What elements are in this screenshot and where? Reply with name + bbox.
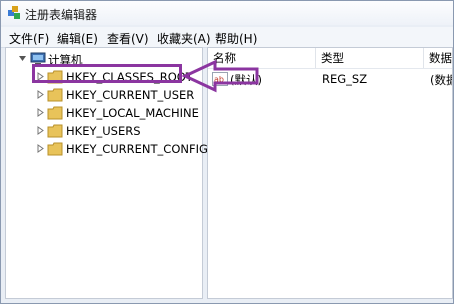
tree-item-hkey-local-machine[interactable]: HKEY_LOCAL_MACHINE (6, 104, 202, 122)
menu-file[interactable]: 文件(F) (9, 30, 49, 47)
menu-bar: 文件(F) 编辑(E) 查看(V) 收藏夹(A) 帮助(H) (1, 27, 453, 48)
tree-label-hkey-local-machine: HKEY_LOCAL_MACHINE (66, 106, 199, 120)
expand-icon[interactable] (36, 144, 45, 153)
tree-label-hkey-current-user: HKEY_CURRENT_USER (66, 88, 195, 102)
collapse-icon[interactable] (18, 54, 27, 63)
tree-item-hkey-current-config[interactable]: HKEY_CURRENT_CONFIG (6, 140, 208, 158)
menu-edit[interactable]: 编辑(E) (57, 30, 98, 47)
expand-icon[interactable] (36, 90, 45, 99)
window-title: 注册表编辑器 (25, 8, 98, 22)
column-header-data[interactable]: 数据 (424, 48, 452, 68)
column-header-type[interactable]: 类型 (316, 48, 424, 68)
menu-favorites[interactable]: 收藏夹(A) (157, 30, 211, 47)
highlight-box (32, 64, 182, 83)
menu-view[interactable]: 查看(V) (107, 30, 149, 47)
tree-pane[interactable]: 计算机 HKEY_CLASSES_ROOT HKEY_CURRENT_USER (5, 47, 208, 299)
registry-app-icon (8, 6, 20, 19)
folder-icon (47, 142, 63, 156)
folder-icon (47, 124, 63, 138)
tree-label-hkey-current-config: HKEY_CURRENT_CONFIG (66, 142, 208, 156)
title-bar: 注册表编辑器 (1, 1, 453, 25)
tree-label-hkey-users: HKEY_USERS (66, 124, 141, 138)
expand-icon[interactable] (36, 108, 45, 117)
registry-editor-window: 注册表编辑器 文件(F) 编辑(E) 查看(V) 收藏夹(A) 帮助(H) 计算… (0, 0, 454, 304)
annotation-arrow (181, 59, 259, 93)
folder-icon (47, 106, 63, 120)
tree-item-hkey-current-user[interactable]: HKEY_CURRENT_USER (6, 86, 202, 104)
menu-help[interactable]: 帮助(H) (215, 30, 257, 47)
value-data: (数据 (430, 73, 452, 87)
folder-icon (47, 88, 63, 102)
expand-icon[interactable] (36, 126, 45, 135)
value-type: REG_SZ (322, 72, 368, 86)
tree-item-hkey-users[interactable]: HKEY_USERS (6, 122, 202, 140)
